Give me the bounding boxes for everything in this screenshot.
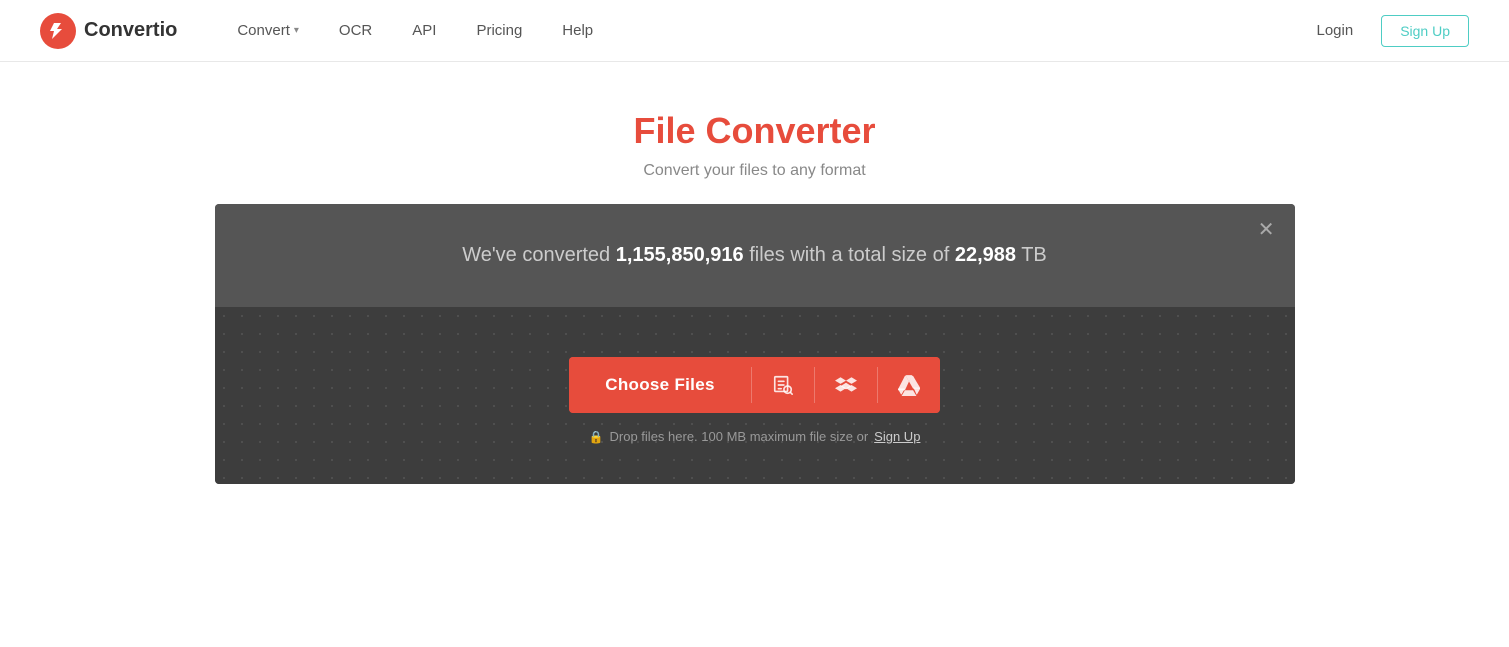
nav-links: Convert ▾ OCR API Pricing Help xyxy=(217,0,1304,62)
hero-subtitle: Convert your files to any format xyxy=(0,162,1509,180)
logo-text: Convertio xyxy=(84,19,177,42)
stats-size: 22,988 xyxy=(955,244,1016,266)
nav-item-help[interactable]: Help xyxy=(542,0,613,62)
nav-item-ocr[interactable]: OCR xyxy=(319,0,392,62)
signup-button-nav[interactable]: Sign Up xyxy=(1381,15,1469,47)
nav-right: Login Sign Up xyxy=(1304,15,1469,47)
lock-icon: 🔒 xyxy=(589,430,604,444)
dropbox-button[interactable] xyxy=(815,357,877,413)
login-button[interactable]: Login xyxy=(1304,16,1365,45)
drop-info-text: Drop files here. 100 MB maximum file siz… xyxy=(610,429,869,444)
stats-text: We've converted 1,155,850,916 files with… xyxy=(235,244,1275,267)
nav-help-label: Help xyxy=(562,22,593,39)
gdrive-icon xyxy=(898,374,920,396)
logo-icon xyxy=(40,13,76,49)
file-url-icon xyxy=(772,374,794,396)
nav-item-api[interactable]: API xyxy=(392,0,456,62)
nav-item-pricing[interactable]: Pricing xyxy=(456,0,542,62)
chevron-down-icon: ▾ xyxy=(294,25,299,36)
stats-suffix: TB xyxy=(1016,244,1047,266)
nav-pricing-label: Pricing xyxy=(476,22,522,39)
dropbox-icon xyxy=(835,374,857,396)
gdrive-button[interactable] xyxy=(878,357,940,413)
main-panel: ✕ We've converted 1,155,850,916 files wi… xyxy=(215,204,1295,484)
drop-zone: Choose Files xyxy=(215,307,1295,484)
nav-item-convert[interactable]: Convert ▾ xyxy=(217,0,319,62)
drop-info: 🔒 Drop files here. 100 MB maximum file s… xyxy=(589,429,921,444)
choose-files-button[interactable]: Choose Files xyxy=(569,357,750,413)
stats-prefix: We've converted xyxy=(462,244,616,266)
stats-middle: files with a total size of xyxy=(744,244,955,266)
signup-link[interactable]: Sign Up xyxy=(874,429,920,444)
nav-convert-label: Convert xyxy=(237,22,290,39)
navbar: Convertio Convert ▾ OCR API Pricing Help… xyxy=(0,0,1509,62)
hero-section: File Converter Convert your files to any… xyxy=(0,62,1509,204)
file-url-button[interactable] xyxy=(752,357,814,413)
nav-api-label: API xyxy=(412,22,436,39)
stats-file-count: 1,155,850,916 xyxy=(616,244,744,266)
choose-files-row: Choose Files xyxy=(569,357,939,413)
logo-link[interactable]: Convertio xyxy=(40,13,177,49)
nav-ocr-label: OCR xyxy=(339,22,372,39)
hero-title: File Converter xyxy=(0,110,1509,152)
stats-bar: ✕ We've converted 1,155,850,916 files wi… xyxy=(215,204,1295,307)
close-button[interactable]: ✕ xyxy=(1258,220,1275,240)
